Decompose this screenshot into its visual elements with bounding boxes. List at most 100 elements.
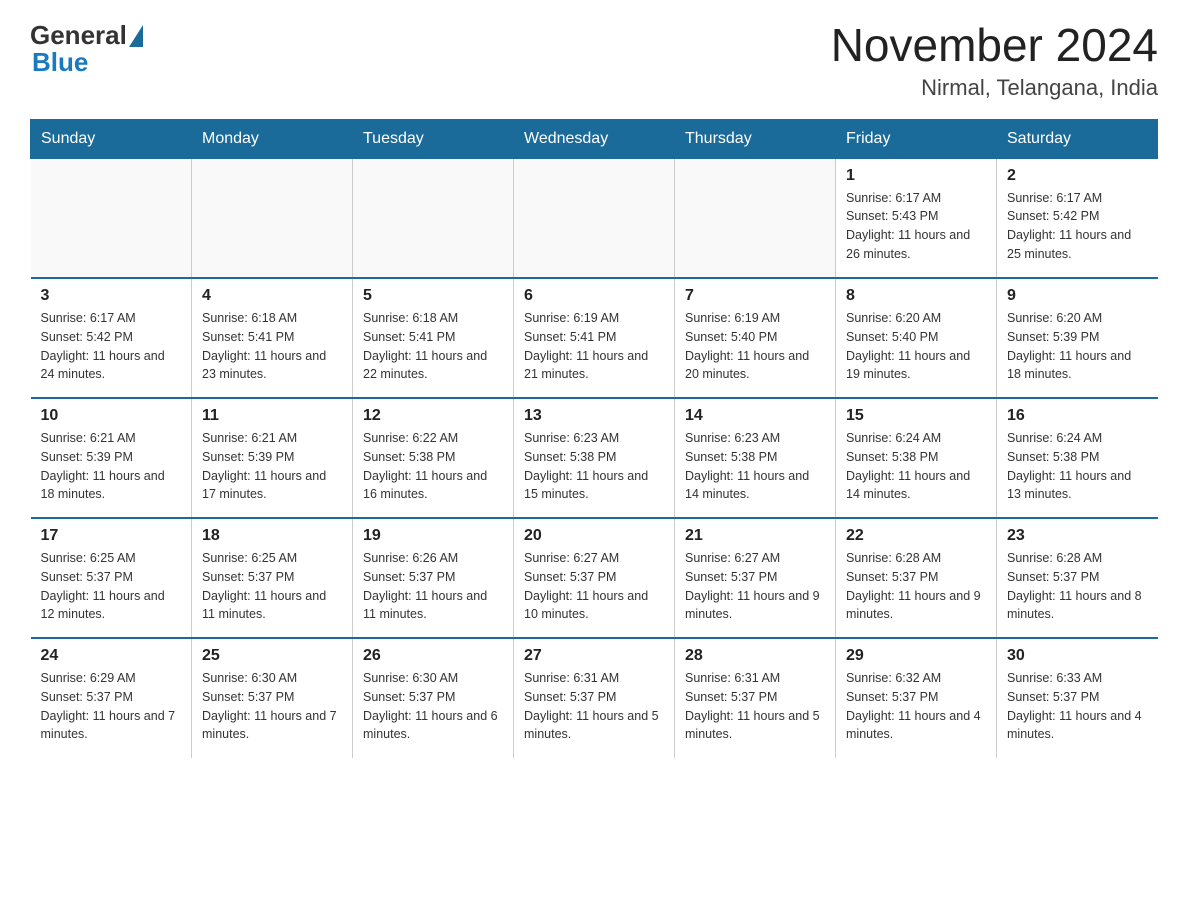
day-number: 17	[41, 527, 182, 545]
day-number: 11	[202, 407, 342, 425]
day-info: Sunrise: 6:28 AM Sunset: 5:37 PM Dayligh…	[846, 549, 986, 624]
calendar-day-cell: 9Sunrise: 6:20 AM Sunset: 5:39 PM Daylig…	[997, 278, 1158, 398]
day-info: Sunrise: 6:18 AM Sunset: 5:41 PM Dayligh…	[363, 309, 503, 384]
day-number: 13	[524, 407, 664, 425]
calendar-day-cell: 29 Sunrise: 6:32 AM Sunset: 5:37 PM Dayli…	[836, 638, 997, 758]
calendar-day-cell: 26 Sunrise: 6:30 AM Sunset: 5:37 PM Dayli…	[353, 638, 514, 758]
day-info: Sunrise: 6:23 AM Sunset: 5:38 PM Dayligh…	[685, 429, 825, 504]
calendar-day-cell: 28 Sunrise: 6:31 AM Sunset: 5:37 PM Dayli…	[675, 638, 836, 758]
day-info: Sunrise: 6:31 AM Sunset: 5:37 PM Dayligh…	[685, 669, 825, 744]
day-info: Sunrise: 6:30 AM Sunset: 5:37 PM Dayligh…	[202, 669, 342, 744]
day-number: 23	[1007, 527, 1148, 545]
day-of-week-header: Thursday	[675, 119, 836, 158]
calendar-day-cell: 18 Sunrise: 6:25 AM Sunset: 5:37 PM Dayli…	[192, 518, 353, 638]
day-number: 8	[846, 287, 986, 305]
calendar-day-cell: 1 Sunrise: 6:17 AM Sunset: 5:43 PM Daylig…	[836, 158, 997, 278]
day-of-week-header: Wednesday	[514, 119, 675, 158]
logo-wordmark: General Blue	[30, 20, 143, 78]
calendar-day-cell: 23 Sunrise: 6:28 AM Sunset: 5:37 PM Dayli…	[997, 518, 1158, 638]
day-info: Sunrise: 6:29 AM Sunset: 5:37 PM Dayligh…	[41, 669, 182, 744]
day-info: Sunrise: 6:24 AM Sunset: 5:38 PM Dayligh…	[1007, 429, 1148, 504]
logo: General Blue	[30, 20, 143, 78]
day-of-week-header: Sunday	[31, 119, 192, 158]
day-number: 26	[363, 647, 503, 665]
calendar-day-cell: 24 Sunrise: 6:29 AM Sunset: 5:37 PM Dayli…	[31, 638, 192, 758]
calendar-day-cell: 11 Sunrise: 6:21 AM Sunset: 5:39 PM Dayli…	[192, 398, 353, 518]
day-number: 20	[524, 527, 664, 545]
day-number: 6	[524, 287, 664, 305]
page-header: General Blue November 2024 Nirmal, Telan…	[30, 20, 1158, 101]
day-of-week-header: Tuesday	[353, 119, 514, 158]
day-info: Sunrise: 6:19 AM Sunset: 5:40 PM Dayligh…	[685, 309, 825, 384]
calendar-day-cell: 3Sunrise: 6:17 AM Sunset: 5:42 PM Daylig…	[31, 278, 192, 398]
day-info: Sunrise: 6:18 AM Sunset: 5:41 PM Dayligh…	[202, 309, 342, 384]
day-number: 30	[1007, 647, 1148, 665]
calendar-day-cell	[31, 158, 192, 278]
day-number: 25	[202, 647, 342, 665]
day-of-week-header: Friday	[836, 119, 997, 158]
location-subtitle: Nirmal, Telangana, India	[831, 75, 1158, 101]
day-info: Sunrise: 6:25 AM Sunset: 5:37 PM Dayligh…	[202, 549, 342, 624]
day-number: 15	[846, 407, 986, 425]
calendar-day-cell: 8Sunrise: 6:20 AM Sunset: 5:40 PM Daylig…	[836, 278, 997, 398]
day-number: 7	[685, 287, 825, 305]
day-info: Sunrise: 6:17 AM Sunset: 5:43 PM Dayligh…	[846, 189, 986, 264]
calendar-day-cell: 20 Sunrise: 6:27 AM Sunset: 5:37 PM Dayli…	[514, 518, 675, 638]
day-number: 16	[1007, 407, 1148, 425]
calendar-day-cell: 6 Sunrise: 6:19 AM Sunset: 5:41 PM Daylig…	[514, 278, 675, 398]
calendar-day-cell: 5 Sunrise: 6:18 AM Sunset: 5:41 PM Daylig…	[353, 278, 514, 398]
calendar-day-cell: 19Sunrise: 6:26 AM Sunset: 5:37 PM Dayli…	[353, 518, 514, 638]
day-of-week-header: Monday	[192, 119, 353, 158]
day-info: Sunrise: 6:24 AM Sunset: 5:38 PM Dayligh…	[846, 429, 986, 504]
day-number: 27	[524, 647, 664, 665]
calendar-day-cell: 13 Sunrise: 6:23 AM Sunset: 5:38 PM Dayli…	[514, 398, 675, 518]
logo-blue-text: Blue	[32, 47, 143, 78]
day-number: 12	[363, 407, 503, 425]
day-number: 2	[1007, 167, 1148, 185]
day-info: Sunrise: 6:31 AM Sunset: 5:37 PM Dayligh…	[524, 669, 664, 744]
day-info: Sunrise: 6:17 AM Sunset: 5:42 PM Dayligh…	[1007, 189, 1148, 264]
day-info: Sunrise: 6:21 AM Sunset: 5:39 PM Dayligh…	[202, 429, 342, 504]
day-info: Sunrise: 6:33 AM Sunset: 5:37 PM Dayligh…	[1007, 669, 1148, 744]
calendar-day-cell: 22 Sunrise: 6:28 AM Sunset: 5:37 PM Dayli…	[836, 518, 997, 638]
calendar-day-cell: 7 Sunrise: 6:19 AM Sunset: 5:40 PM Daylig…	[675, 278, 836, 398]
day-info: Sunrise: 6:19 AM Sunset: 5:41 PM Dayligh…	[524, 309, 664, 384]
calendar-week-row: 24 Sunrise: 6:29 AM Sunset: 5:37 PM Dayli…	[31, 638, 1158, 758]
day-number: 28	[685, 647, 825, 665]
day-info: Sunrise: 6:27 AM Sunset: 5:37 PM Dayligh…	[524, 549, 664, 624]
month-title: November 2024	[831, 20, 1158, 71]
calendar-day-cell: 16 Sunrise: 6:24 AM Sunset: 5:38 PM Dayli…	[997, 398, 1158, 518]
calendar-day-cell	[192, 158, 353, 278]
day-number: 24	[41, 647, 182, 665]
day-info: Sunrise: 6:32 AM Sunset: 5:37 PM Dayligh…	[846, 669, 986, 744]
calendar-day-cell: 15 Sunrise: 6:24 AM Sunset: 5:38 PM Dayli…	[836, 398, 997, 518]
day-info: Sunrise: 6:28 AM Sunset: 5:37 PM Dayligh…	[1007, 549, 1148, 624]
day-info: Sunrise: 6:17 AM Sunset: 5:42 PM Dayligh…	[41, 309, 182, 384]
calendar-week-row: 10 Sunrise: 6:21 AM Sunset: 5:39 PM Dayli…	[31, 398, 1158, 518]
day-info: Sunrise: 6:25 AM Sunset: 5:37 PM Dayligh…	[41, 549, 182, 624]
calendar-day-cell: 17 Sunrise: 6:25 AM Sunset: 5:37 PM Dayli…	[31, 518, 192, 638]
calendar-day-cell	[514, 158, 675, 278]
day-info: Sunrise: 6:21 AM Sunset: 5:39 PM Dayligh…	[41, 429, 182, 504]
day-number: 1	[846, 167, 986, 185]
day-number: 22	[846, 527, 986, 545]
day-number: 14	[685, 407, 825, 425]
calendar-day-cell: 27 Sunrise: 6:31 AM Sunset: 5:37 PM Dayli…	[514, 638, 675, 758]
calendar-day-cell: 10 Sunrise: 6:21 AM Sunset: 5:39 PM Dayli…	[31, 398, 192, 518]
day-info: Sunrise: 6:26 AM Sunset: 5:37 PM Dayligh…	[363, 549, 503, 624]
day-number: 5	[363, 287, 503, 305]
day-info: Sunrise: 6:23 AM Sunset: 5:38 PM Dayligh…	[524, 429, 664, 504]
calendar-header-row: SundayMondayTuesdayWednesdayThursdayFrid…	[31, 119, 1158, 158]
day-number: 10	[41, 407, 182, 425]
day-number: 4	[202, 287, 342, 305]
day-info: Sunrise: 6:30 AM Sunset: 5:37 PM Dayligh…	[363, 669, 503, 744]
day-number: 29	[846, 647, 986, 665]
day-info: Sunrise: 6:27 AM Sunset: 5:37 PM Dayligh…	[685, 549, 825, 624]
calendar-week-row: 3Sunrise: 6:17 AM Sunset: 5:42 PM Daylig…	[31, 278, 1158, 398]
calendar-week-row: 17 Sunrise: 6:25 AM Sunset: 5:37 PM Dayli…	[31, 518, 1158, 638]
day-of-week-header: Saturday	[997, 119, 1158, 158]
calendar-day-cell: 2 Sunrise: 6:17 AM Sunset: 5:42 PM Daylig…	[997, 158, 1158, 278]
day-number: 18	[202, 527, 342, 545]
calendar-day-cell: 14 Sunrise: 6:23 AM Sunset: 5:38 PM Dayli…	[675, 398, 836, 518]
calendar-table: SundayMondayTuesdayWednesdayThursdayFrid…	[30, 119, 1158, 759]
